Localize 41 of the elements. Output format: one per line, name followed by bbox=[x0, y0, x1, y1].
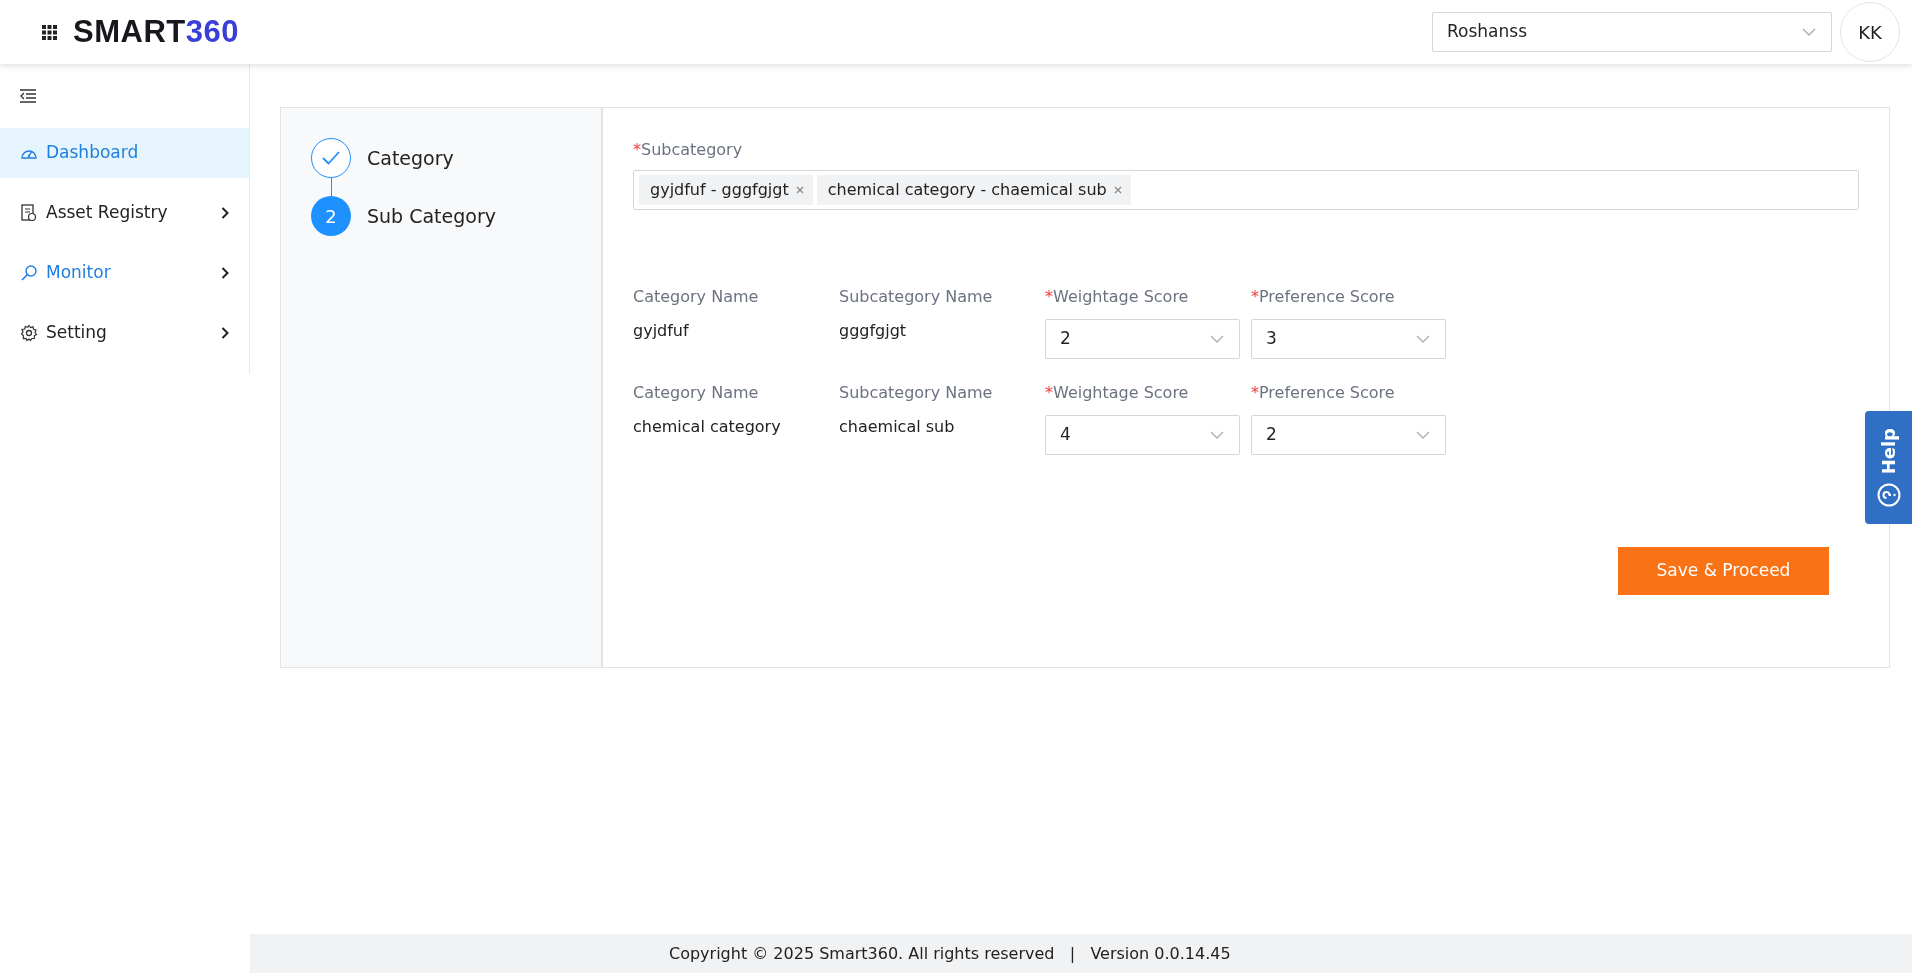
help-tab[interactable]: Help bbox=[1865, 411, 1912, 524]
step-label: Sub Category bbox=[367, 203, 496, 229]
sidebar-item[interactable]: Monitor bbox=[0, 248, 249, 298]
magnifier-icon bbox=[20, 264, 38, 282]
check-icon bbox=[322, 151, 340, 165]
sidebar-item[interactable]: Asset Registry bbox=[0, 188, 249, 238]
select-field[interactable]: 2 bbox=[1251, 415, 1446, 455]
question-icon bbox=[1876, 482, 1901, 507]
collapse-menu-icon[interactable] bbox=[20, 89, 36, 103]
step-label: Category bbox=[367, 145, 454, 171]
chevron-right-icon bbox=[221, 207, 229, 219]
gear-icon bbox=[20, 324, 38, 342]
apps-grid-icon[interactable] bbox=[42, 24, 57, 40]
field-label: Category Name bbox=[633, 286, 760, 308]
organization-select[interactable]: Roshanss bbox=[1432, 12, 1832, 52]
tag-chip: chemical category - chaemical sub bbox=[816, 175, 1131, 205]
select-field[interactable]: 3 bbox=[1251, 319, 1446, 359]
field-label: *Preference Score bbox=[1251, 286, 1396, 308]
field-label: *Subcategory bbox=[633, 139, 744, 161]
field-label: Subcategory Name bbox=[839, 382, 994, 404]
step-indicator: 2 bbox=[311, 196, 351, 236]
chevron-right-icon bbox=[221, 267, 229, 279]
value-text: chemical category bbox=[633, 416, 782, 438]
value-text: gggfgjgt bbox=[839, 320, 908, 342]
tag-input-field[interactable]: gyjdfuf - gggfgjgt chemical category - chaemical sub bbox=[633, 170, 1859, 210]
sidebar-item[interactable]: Dashboard bbox=[0, 128, 249, 178]
field-label: Subcategory Name bbox=[839, 286, 994, 308]
value-text: chaemical sub bbox=[839, 416, 956, 438]
select-field[interactable]: 4 bbox=[1045, 415, 1240, 455]
sidebar-item[interactable]: Setting bbox=[0, 308, 249, 358]
field-label: *Weightage Score bbox=[1045, 286, 1190, 308]
value-text: gyjdfuf bbox=[633, 320, 690, 342]
field-label: Category Name bbox=[633, 382, 760, 404]
footer-text: Copyright © 2025 Smart360. All rights reserved | Version 0.0.14.45 bbox=[250, 934, 1912, 973]
select-field[interactable]: 2 bbox=[1045, 319, 1240, 359]
field-label: *Preference Score bbox=[1251, 382, 1396, 404]
logo: SMART360 bbox=[73, 12, 239, 51]
field-label: *Weightage Score bbox=[1045, 382, 1190, 404]
chevron-right-icon bbox=[221, 327, 229, 339]
tag-chip: gyjdfuf - gggfgjgt bbox=[639, 175, 813, 205]
document-icon bbox=[20, 204, 38, 222]
